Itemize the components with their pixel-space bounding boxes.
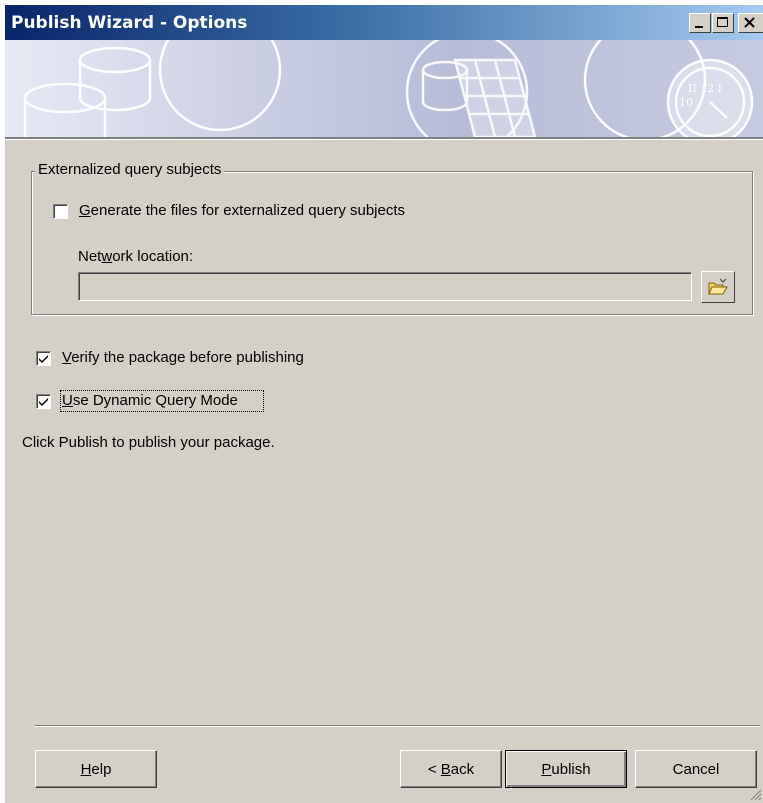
generate-files-checkbox[interactable] [53, 204, 68, 219]
dqm-label-text: se Dynamic Query Mode [72, 392, 238, 409]
stopwatch-art: II 12 I 10 [583, 40, 754, 137]
back-accel: B [440, 760, 451, 778]
publish-wizard-window: Publish Wizard - Options II 12 I 10 Exte… [4, 4, 763, 803]
back-prefix: < [427, 760, 441, 778]
folder-open-icon [708, 278, 728, 295]
help-label: elp [91, 760, 112, 778]
publish-button[interactable]: Publish [505, 750, 627, 788]
title-bar[interactable]: Publish Wizard - Options [5, 5, 763, 40]
help-button[interactable]: Help [35, 750, 157, 788]
generate-label-text: enerate the files for externalized query… [90, 202, 406, 219]
maximize-icon [717, 17, 728, 27]
publish-accel: P [541, 760, 552, 778]
back-button[interactable]: < Back [400, 750, 502, 788]
network-label-accel: w [101, 248, 113, 265]
generate-accel: G [79, 202, 91, 219]
cancel-label: Cancel [672, 760, 720, 778]
minimize-button[interactable] [689, 13, 711, 33]
close-button[interactable] [738, 13, 763, 33]
verify-package-label[interactable]: Verify the package before publishing [62, 349, 304, 366]
network-location-field[interactable] [78, 272, 692, 301]
database-cylinders-art: II 12 I 10 [23, 40, 754, 137]
resize-grip-icon[interactable] [748, 787, 762, 801]
network-label-pre: Net [78, 248, 102, 265]
banner-divider [5, 137, 763, 140]
verify-label-text: erify the package before publishing [71, 349, 304, 366]
back-label: ack [450, 760, 475, 778]
instruction-text: Click Publish to publish your package. [22, 434, 275, 451]
verify-accel: V [62, 349, 72, 366]
cancel-button[interactable]: Cancel [635, 750, 757, 788]
externalized-group-label: Externalized query subjects [35, 161, 225, 178]
generate-files-label[interactable]: Generate the files for externalized quer… [79, 202, 405, 219]
network-location-label: Network location: [78, 248, 193, 265]
svg-text:10: 10 [679, 96, 693, 109]
checkmark-icon [39, 398, 48, 406]
close-icon [744, 17, 755, 28]
browse-folder-button[interactable] [701, 271, 735, 303]
wizard-banner: II 12 I 10 [5, 40, 763, 137]
button-separator [35, 725, 760, 727]
dqm-accel: U [62, 392, 73, 409]
help-accel: H [80, 760, 92, 778]
dynamic-query-mode-label[interactable]: Use Dynamic Query Mode [62, 392, 238, 409]
dynamic-query-mode-checkbox[interactable] [36, 394, 51, 409]
minimize-icon [695, 26, 703, 28]
database-table-art [405, 40, 537, 137]
verify-package-checkbox[interactable] [36, 351, 51, 366]
window-title: Publish Wizard - Options [11, 13, 248, 33]
checkmark-icon [39, 355, 48, 363]
svg-text:II 12 I: II 12 I [688, 82, 722, 95]
network-label-post: ork location: [112, 248, 194, 265]
maximize-button[interactable] [712, 13, 734, 33]
publish-label: ublish [551, 760, 591, 778]
